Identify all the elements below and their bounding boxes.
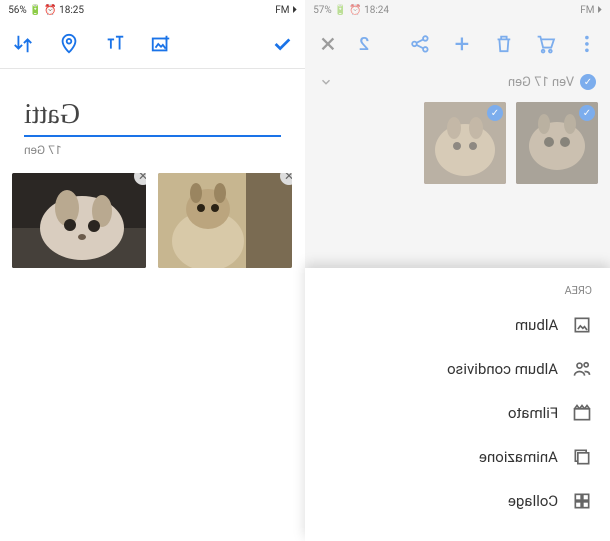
add-icon[interactable] bbox=[451, 33, 473, 55]
grid-thumb[interactable]: ✓ bbox=[516, 102, 598, 184]
album-icon bbox=[572, 315, 592, 335]
status-bar-left: FM ⏵ 56% 🔋 ⏰ 18:25 bbox=[0, 0, 305, 20]
sort-icon[interactable] bbox=[12, 33, 34, 55]
album-edit-screen: FM ⏵ 56% 🔋 ⏰ 18:25 17 Gen bbox=[0, 0, 305, 541]
chevron-down-icon[interactable] bbox=[319, 75, 333, 89]
sheet-header: CREA bbox=[305, 278, 610, 303]
location-icon[interactable] bbox=[58, 33, 80, 55]
selected-check-icon[interactable]: ✓ bbox=[487, 105, 503, 121]
photo-thumb[interactable]: ✕ bbox=[158, 173, 292, 268]
status-bar-right: FM ⏵ 57% 🔋 ⏰ 18:24 bbox=[305, 0, 610, 20]
create-album-item[interactable]: Album bbox=[305, 303, 610, 347]
create-movie-item[interactable]: Filmato bbox=[305, 391, 610, 435]
more-icon[interactable] bbox=[576, 33, 598, 55]
movie-icon bbox=[572, 403, 592, 423]
create-bottom-sheet: CREA Album Album condiviso Filmato Anima… bbox=[305, 268, 610, 541]
selection-count: 2 bbox=[359, 34, 369, 55]
create-collage-item[interactable]: Collage bbox=[305, 479, 610, 523]
selected-check-icon[interactable]: ✓ bbox=[579, 105, 595, 121]
collage-icon bbox=[572, 491, 592, 511]
grid-thumb[interactable]: ✓ bbox=[424, 102, 506, 184]
selection-toolbar: 2 bbox=[305, 20, 610, 68]
album-title-input[interactable] bbox=[24, 99, 281, 137]
share-icon[interactable] bbox=[409, 33, 431, 55]
confirm-icon[interactable] bbox=[271, 33, 293, 55]
library-create-screen: FM ⏵ 57% 🔋 ⏰ 18:24 2 Ven 17 Gen ✓ ✓ bbox=[305, 0, 610, 541]
animation-icon bbox=[572, 447, 592, 467]
date-header: Ven 17 Gen ✓ bbox=[305, 68, 610, 96]
text-icon[interactable] bbox=[104, 33, 126, 55]
create-animation-item[interactable]: Animazione bbox=[305, 435, 610, 479]
add-photo-icon[interactable] bbox=[150, 33, 172, 55]
create-shared-album-item[interactable]: Album condiviso bbox=[305, 347, 610, 391]
shared-album-icon bbox=[572, 359, 592, 379]
select-all-check-icon[interactable]: ✓ bbox=[580, 74, 596, 90]
close-icon[interactable] bbox=[317, 33, 339, 55]
album-date-label: 17 Gen bbox=[24, 143, 281, 157]
grid-thumbs: ✓ ✓ bbox=[305, 96, 610, 190]
album-thumbnails: ✕ ✕ bbox=[0, 157, 305, 284]
album-toolbar bbox=[0, 20, 305, 68]
trash-icon[interactable] bbox=[493, 33, 515, 55]
cart-icon[interactable] bbox=[534, 33, 556, 55]
photo-thumb[interactable]: ✕ bbox=[12, 173, 146, 268]
